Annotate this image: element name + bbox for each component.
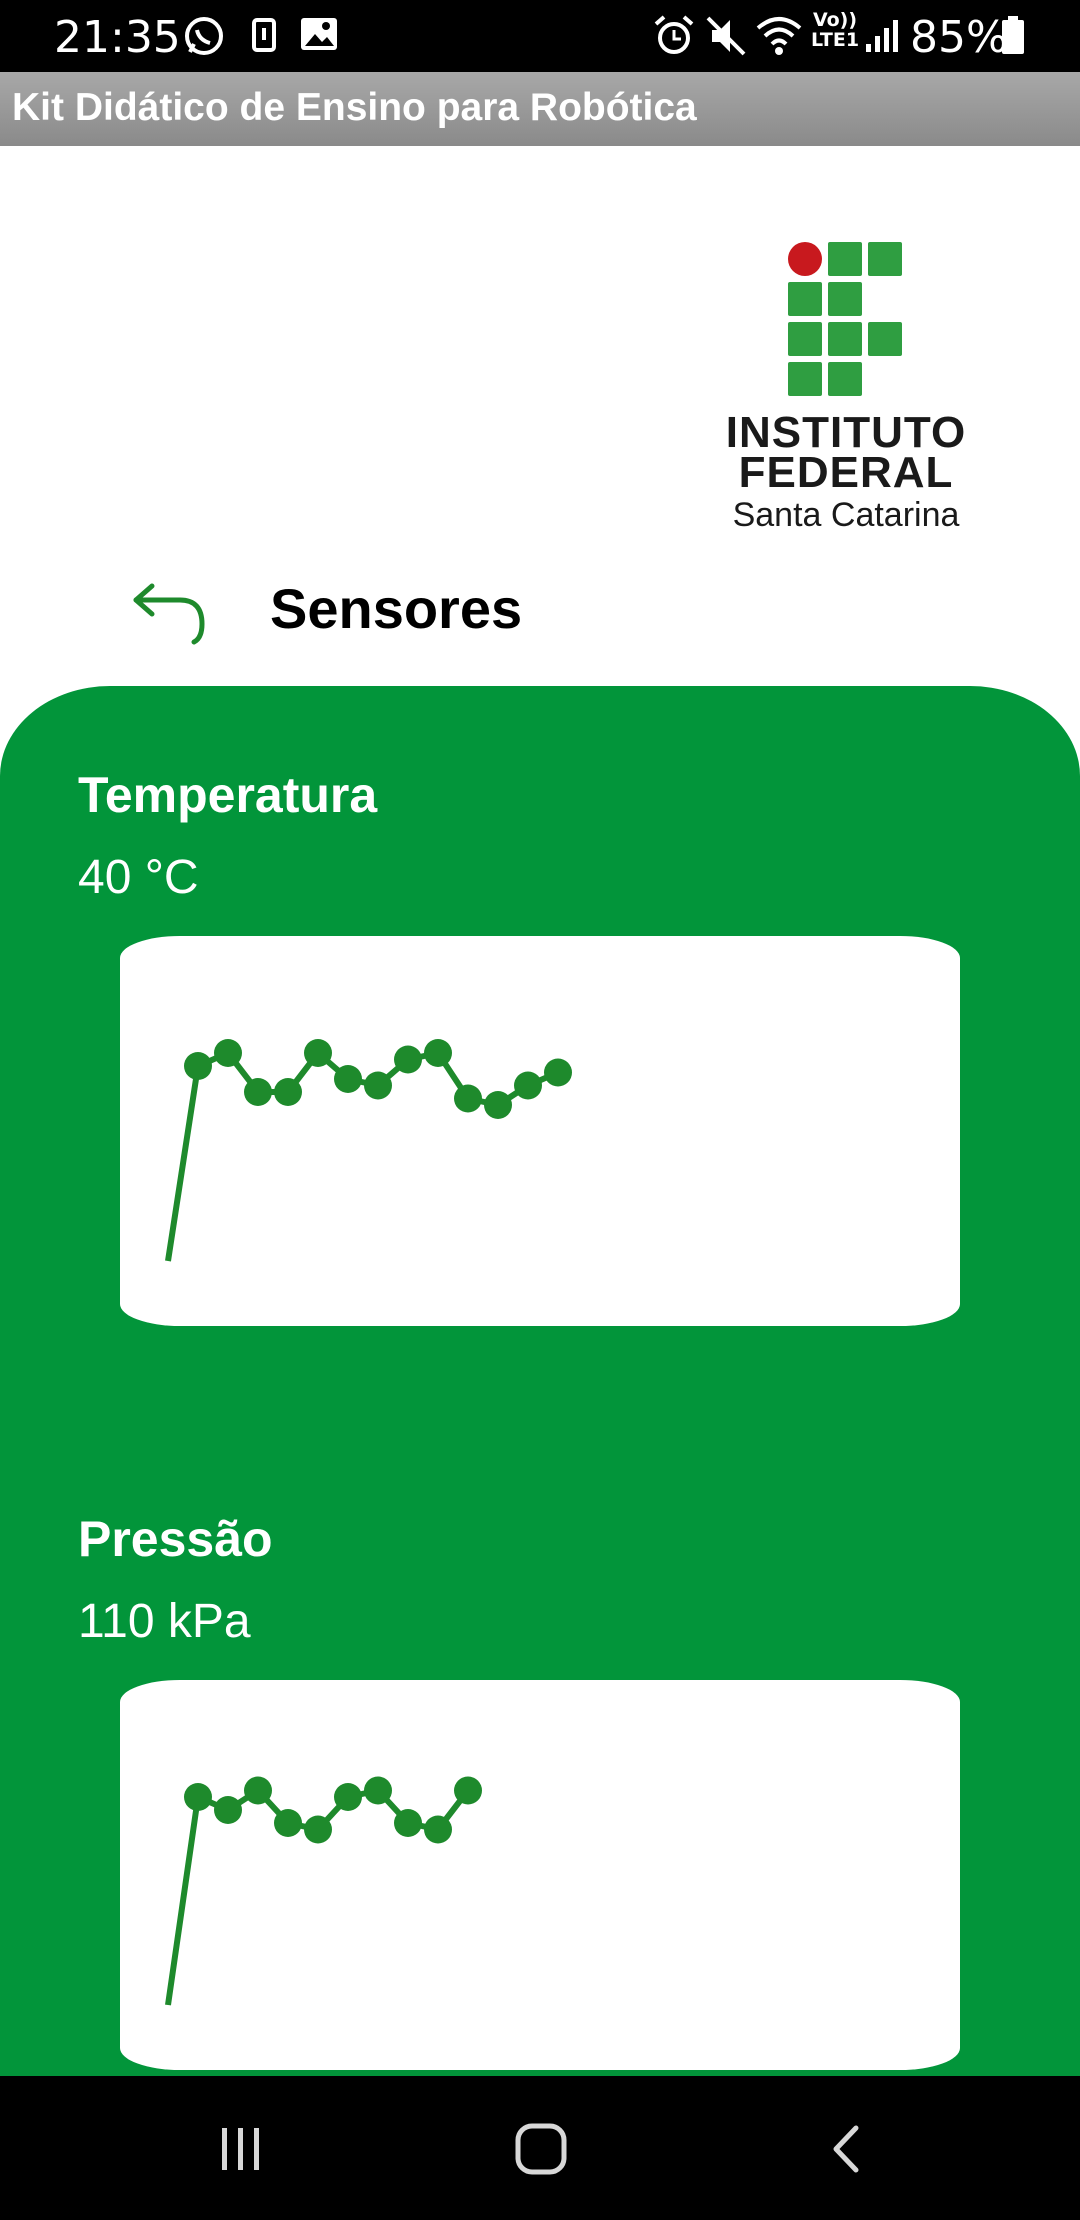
wifi-icon [756, 17, 802, 55]
sensor-name-temperatura: Temperatura [78, 767, 378, 823]
logo-square [828, 322, 862, 356]
data-point [514, 1071, 542, 1100]
notification-icon [252, 18, 276, 52]
page-title: Sensores [270, 577, 523, 640]
temperature-chart [120, 936, 960, 1326]
logo-square [868, 322, 902, 356]
lte-label: LTE1 [810, 29, 860, 51]
data-point [394, 1809, 422, 1837]
logo-dot-red [788, 242, 822, 276]
logo-line3: Santa Catarina [732, 496, 960, 534]
pressure-chart-svg [165, 1776, 482, 2006]
mute-icon [706, 16, 746, 56]
data-point [274, 1078, 302, 1106]
data-point [394, 1045, 422, 1074]
data-point [334, 1783, 362, 1811]
signal-icon [866, 20, 898, 52]
battery-percent: 85% [910, 12, 1008, 63]
logo-line2: FEDERAL [738, 448, 954, 497]
app-title: Kit Didático de Ensino para Robótica [12, 86, 697, 129]
logo-square [828, 242, 862, 276]
data-point [184, 1052, 212, 1080]
data-point [454, 1084, 482, 1113]
data-point [364, 1776, 392, 1805]
home-icon[interactable] [514, 2122, 568, 2176]
data-point [454, 1776, 482, 1805]
data-point [484, 1091, 512, 1119]
data-point [274, 1809, 302, 1837]
volte-icon: Vo)) LTE1 [810, 10, 860, 50]
back-icon[interactable] [826, 2124, 866, 2174]
temperature-chart-svg [165, 1039, 572, 1262]
logo-square [788, 322, 822, 356]
sensor-value-temperatura: 40 °C [78, 851, 199, 904]
data-point [364, 1071, 392, 1100]
logo-mark [788, 242, 908, 402]
data-point [184, 1783, 212, 1811]
gallery-icon [301, 18, 337, 50]
data-point [544, 1058, 572, 1087]
app-title-bar: Kit Didático de Ensino para Robótica [0, 72, 1080, 146]
logo-square [868, 242, 902, 276]
series-line [165, 1050, 560, 1262]
recent-apps-icon[interactable] [216, 2124, 266, 2174]
data-point [304, 1815, 332, 1844]
logo-square [788, 362, 822, 396]
data-point [424, 1039, 452, 1067]
institute-logo: INSTITUTO FEDERAL Santa Catarina [716, 236, 976, 536]
data-point [304, 1039, 332, 1067]
logo-square [828, 362, 862, 396]
data-point [244, 1776, 272, 1805]
alarm-icon [654, 15, 694, 54]
logo-square [828, 282, 862, 316]
data-point [334, 1065, 362, 1093]
navigation-bar [0, 2076, 1080, 2220]
volte-label: Vo)) [812, 9, 858, 31]
status-bar: 21:35 Vo)) LTE1 85% [0, 0, 1080, 72]
pressure-chart [120, 1680, 960, 2070]
battery-icon [1002, 16, 1024, 54]
whatsapp-icon [185, 17, 223, 55]
status-time: 21:35 [54, 12, 181, 63]
data-point [244, 1078, 272, 1106]
data-point [424, 1815, 452, 1844]
sensor-name-pressao: Pressão [78, 1511, 273, 1567]
back-arrow-icon[interactable] [128, 578, 212, 650]
sensors-panel: Temperatura 40 °C Pressão 110 kPa [0, 686, 1080, 2076]
data-point [214, 1796, 242, 1824]
logo-square [788, 282, 822, 316]
sensor-value-pressao: 110 kPa [78, 1595, 251, 1648]
data-point [214, 1039, 242, 1067]
